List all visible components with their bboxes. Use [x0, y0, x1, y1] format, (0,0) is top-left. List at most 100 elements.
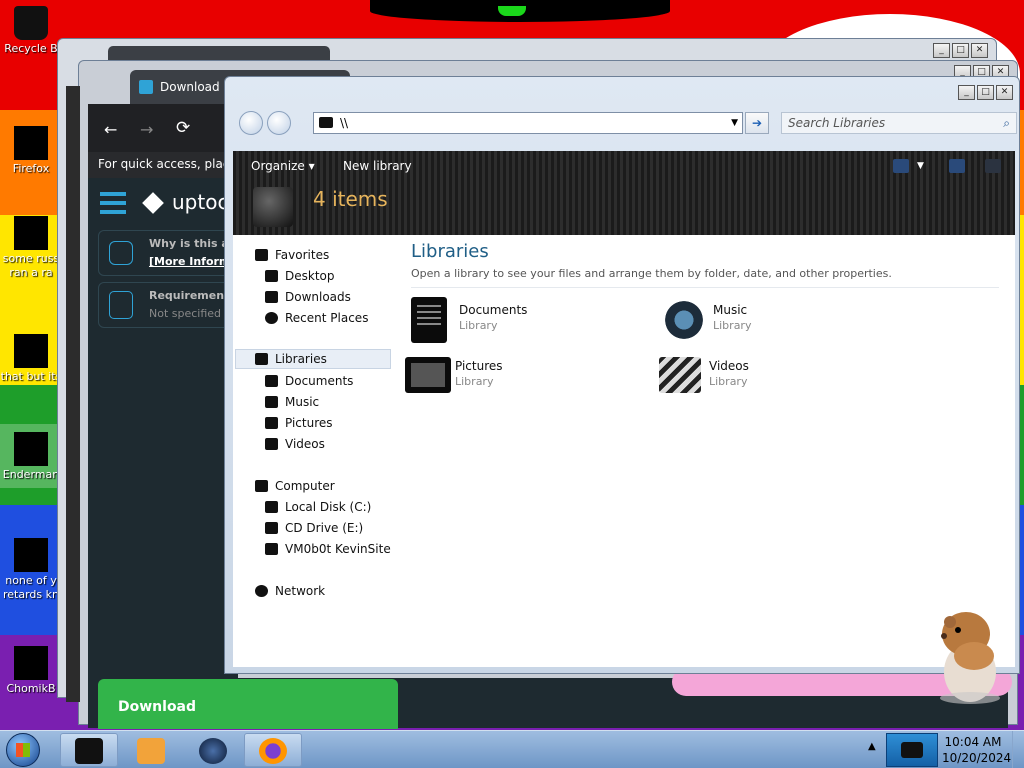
- reload-button[interactable]: ⟳: [176, 118, 190, 138]
- libraries-large-icon: [253, 187, 293, 227]
- download-icon: [139, 80, 153, 94]
- document-icon: [14, 216, 48, 250]
- nav-recent-places[interactable]: Recent Places: [233, 308, 399, 328]
- back-button[interactable]: [239, 111, 263, 135]
- forward-button[interactable]: →: [140, 120, 153, 139]
- nav-cd-drive[interactable]: CD Drive (E:): [233, 518, 399, 538]
- search-icon[interactable]: ⌕: [1003, 113, 1010, 133]
- recent-places-icon: [265, 312, 278, 324]
- hard-drive-icon: [265, 501, 278, 513]
- address-row: \\ ▼ ➔ Search Libraries ⌕: [233, 107, 1017, 139]
- go-arrow-button[interactable]: ➔: [745, 112, 769, 134]
- nav-downloads[interactable]: Downloads: [233, 287, 399, 307]
- nav-favorites[interactable]: Favorites: [233, 245, 399, 265]
- nav-vm-site[interactable]: VM0b0t KevinSite: [233, 539, 399, 559]
- hamster-image: [940, 612, 1000, 704]
- help-icon[interactable]: [985, 159, 1001, 173]
- back-button[interactable]: ←: [104, 120, 117, 139]
- close-icon[interactable]: ✕: [971, 43, 988, 58]
- quick-access-bar: For quick access, place y: [88, 152, 238, 178]
- videos-icon: [265, 438, 278, 450]
- desktop-icon-firefox[interactable]: Firefox: [0, 126, 62, 176]
- view-options-icon[interactable]: [893, 159, 909, 173]
- nav-desktop[interactable]: Desktop: [233, 266, 399, 286]
- show-desktop-button[interactable]: [1012, 731, 1024, 768]
- hamburger-menu-icon[interactable]: [100, 192, 126, 214]
- desktop-icon: [265, 270, 278, 282]
- firefox-icon: [14, 126, 48, 160]
- file-icon: [14, 334, 48, 368]
- taskbar-globe[interactable]: [184, 733, 242, 767]
- browser-navbar: ← → ⟳: [88, 108, 238, 152]
- speaker-icon: [663, 297, 705, 343]
- nav-network[interactable]: Network: [233, 581, 399, 601]
- computer-icon: [255, 480, 268, 492]
- taskbar-explorer[interactable]: [60, 733, 118, 767]
- content-pane: Libraries Open a library to see your fil…: [399, 235, 1015, 667]
- organize-button[interactable]: Organize ▾: [251, 159, 315, 173]
- divider: [411, 287, 999, 288]
- navigation-pane: Favorites Desktop Downloads Recent Place…: [233, 235, 399, 667]
- library-music[interactable]: Music Library: [659, 297, 899, 347]
- tray-network-icon[interactable]: [886, 733, 938, 767]
- libraries-icon: [75, 738, 103, 764]
- clock-time: 10:04 AM: [944, 735, 1002, 749]
- explorer-window[interactable]: _ □ ✕ \\ ▼ ➔ Search Libraries ⌕ Organize…: [224, 76, 1020, 674]
- command-bar: Organize ▾ New library ▼ 4 items: [233, 151, 1015, 235]
- downloads-icon: [265, 291, 278, 303]
- new-library-button[interactable]: New library: [343, 159, 412, 173]
- recycle-bin-icon: [14, 6, 48, 40]
- music-icon: [265, 396, 278, 408]
- star-icon: [255, 249, 268, 261]
- page-description: Open a library to see your files and arr…: [411, 267, 892, 280]
- library-videos[interactable]: Videos Library: [655, 353, 895, 403]
- start-button[interactable]: [6, 733, 40, 767]
- pictures-icon: [405, 357, 451, 393]
- desktop-icon-that-but-its[interactable]: that but its: [0, 334, 62, 384]
- desktop-icon-chomikb[interactable]: ChomikB: [0, 646, 62, 696]
- firefox-icon: [259, 738, 287, 764]
- uptodown-logo-icon: [142, 192, 164, 214]
- desktop-icon-some-russ[interactable]: some russ ran a ra: [0, 216, 62, 280]
- windows-logo-icon: [16, 743, 30, 757]
- nav-pictures[interactable]: Pictures: [233, 413, 399, 433]
- why-app-card[interactable]: Why is this ap [More Informa: [98, 230, 238, 276]
- maximize-icon[interactable]: □: [977, 85, 994, 100]
- nav-documents[interactable]: Documents: [233, 371, 399, 391]
- nav-videos[interactable]: Videos: [233, 434, 399, 454]
- maximize-icon[interactable]: □: [952, 43, 969, 58]
- clock[interactable]: 10:04 AM 10/20/2024: [942, 734, 1011, 766]
- hamster-icon: [14, 646, 48, 680]
- tray-expand-icon[interactable]: ▲: [868, 741, 876, 752]
- minimize-icon[interactable]: _: [933, 43, 950, 58]
- network-drive-icon: [265, 543, 278, 555]
- requirements-card: Requirements Not specified: [98, 282, 238, 328]
- library-documents[interactable]: Documents Library: [405, 297, 645, 347]
- download-button[interactable]: Download: [98, 679, 398, 729]
- taskbar-media-player[interactable]: [122, 733, 180, 767]
- desktop-icon-recycle-bin[interactable]: Recycle B: [0, 6, 62, 56]
- desktop-icon-none-of-y[interactable]: none of y retards kn: [0, 538, 62, 602]
- nav-music[interactable]: Music: [233, 392, 399, 412]
- desktop-icon-enderman[interactable]: Enderman: [0, 424, 62, 488]
- nav-local-disk[interactable]: Local Disk (C:): [233, 497, 399, 517]
- document-icon: [14, 538, 48, 572]
- item-count: 4 items: [313, 187, 388, 211]
- address-bar[interactable]: \\ ▼: [313, 112, 743, 134]
- file-icon: [14, 432, 48, 466]
- preview-pane-icon[interactable]: [949, 159, 965, 173]
- library-pictures[interactable]: Pictures Library: [401, 353, 641, 403]
- globe-icon: [199, 738, 227, 764]
- drive-icon: [319, 117, 333, 128]
- minimize-icon[interactable]: _: [958, 85, 975, 100]
- browser-page: uptoc Why is this ap [More Informa Requi…: [88, 178, 238, 678]
- nav-computer[interactable]: Computer: [233, 476, 399, 496]
- media-player-icon: [137, 738, 165, 764]
- forward-button[interactable]: [267, 111, 291, 135]
- chevron-down-icon[interactable]: ▼: [731, 113, 738, 133]
- nav-libraries[interactable]: Libraries: [235, 349, 391, 369]
- search-input[interactable]: Search Libraries ⌕: [781, 112, 1017, 134]
- taskbar-firefox[interactable]: [244, 733, 302, 767]
- chevron-down-icon[interactable]: ▼: [917, 161, 924, 171]
- close-icon[interactable]: ✕: [996, 85, 1013, 100]
